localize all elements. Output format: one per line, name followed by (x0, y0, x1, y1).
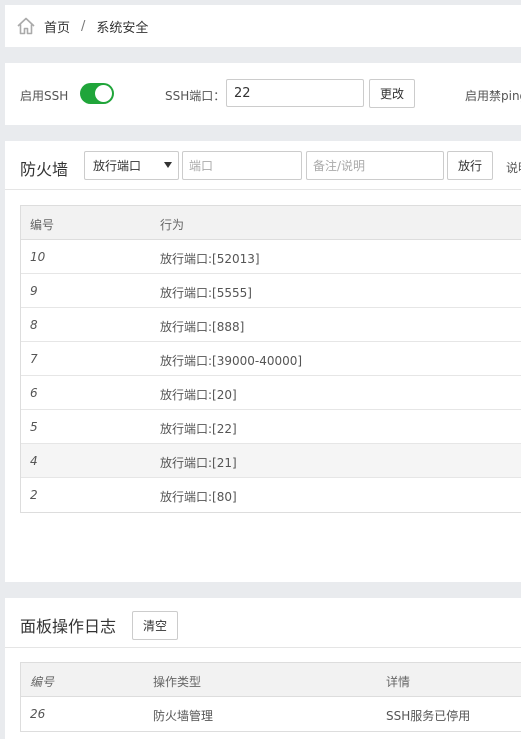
home-icon[interactable] (16, 16, 36, 36)
firewall-table: 编号 行为 10 放行端口:[52013] 9 放行端口:[5555] 8 放行… (20, 205, 521, 513)
row-detail: SSH服务已停用 (386, 709, 471, 723)
breadcrumb-current: 系统安全 (96, 20, 149, 36)
firewall-port-input[interactable] (182, 151, 302, 180)
table-row: 26 防火墙管理 SSH服务已停用 (21, 697, 521, 731)
firewall-note-input[interactable] (306, 151, 444, 180)
row-action: 放行端口:[20] (160, 388, 237, 402)
row-action: 放行端口:[22] (160, 422, 237, 436)
column-header-action: 行为 (160, 218, 185, 232)
table-row: 8 放行端口:[888] (21, 308, 521, 342)
firewall-title: 防火墙 (20, 160, 69, 179)
table-row: 2 放行端口:[80] (21, 478, 521, 512)
ssh-port-label: SSH端口： (165, 89, 226, 103)
ping-toggle-label: 启用禁ping (465, 89, 521, 103)
row-id: 5 (30, 420, 38, 434)
breadcrumb-home[interactable]: 首页 (44, 17, 70, 36)
firewall-explain-link[interactable]: 说明 (506, 159, 521, 176)
breadcrumb: 首页 / 系统安全 (5, 5, 521, 47)
row-action: 放行端口:[888] (160, 320, 245, 334)
breadcrumb-separator: / (81, 18, 86, 34)
row-action: 放行端口:[80] (160, 490, 237, 504)
table-header: 编号 操作类型 详情 (21, 663, 521, 697)
row-id: 26 (30, 707, 46, 721)
table-row: 9 放行端口:[5555] (21, 274, 521, 308)
row-id: 6 (30, 386, 38, 400)
firewall-panel: 防火墙 放行端口 放行 说明 编号 行为 10 放行端口:[52013] 9 放… (5, 141, 521, 582)
row-id: 10 (30, 250, 46, 264)
row-type: 防火墙管理 (153, 709, 214, 723)
table-row: 5 放行端口:[22] (21, 410, 521, 444)
row-id: 7 (30, 352, 38, 366)
row-id: 8 (30, 318, 38, 332)
toggle-knob (95, 85, 112, 102)
table-row: 10 放行端口:[52013] (21, 240, 521, 274)
ssh-port-input[interactable] (226, 79, 364, 107)
row-action: 放行端口:[5555] (160, 286, 252, 300)
ssh-toggle[interactable] (80, 83, 114, 104)
table-row: 7 放行端口:[39000-40000] (21, 342, 521, 376)
firewall-toolbar: 防火墙 放行端口 放行 说明 (5, 141, 521, 190)
clear-log-button[interactable]: 清空 (132, 611, 178, 640)
column-header-type: 操作类型 (153, 675, 202, 689)
row-id: 2 (30, 488, 38, 502)
row-id: 4 (30, 454, 38, 468)
chevron-down-icon (164, 162, 172, 168)
row-action: 放行端口:[39000-40000] (160, 354, 303, 368)
ssh-settings-panel: 启用SSH SSH端口： 更改 启用禁ping (5, 63, 521, 125)
log-title: 面板操作日志 (20, 617, 117, 636)
firewall-mode-select[interactable]: 放行端口 (84, 151, 179, 180)
table-row: 6 放行端口:[20] (21, 376, 521, 410)
column-header-id: 编号 (30, 218, 55, 232)
ssh-enable-label: 启用SSH (20, 89, 69, 103)
log-table: 编号 操作类型 详情 26 防火墙管理 SSH服务已停用 (20, 662, 521, 732)
table-header: 编号 行为 (21, 206, 521, 240)
column-header-detail: 详情 (386, 675, 411, 689)
column-header-id: 编号 (30, 675, 55, 689)
operation-log-panel: 面板操作日志 清空 编号 操作类型 详情 26 防火墙管理 SSH服务已停用 (5, 598, 521, 739)
table-row: 4 放行端口:[21] (21, 444, 521, 478)
firewall-mode-value: 放行端口 (93, 159, 142, 173)
row-action: 放行端口:[52013] (160, 252, 260, 266)
row-action: 放行端口:[21] (160, 456, 237, 470)
change-port-button[interactable]: 更改 (369, 79, 415, 108)
row-id: 9 (30, 284, 38, 298)
allow-port-button[interactable]: 放行 (447, 151, 493, 180)
log-toolbar: 面板操作日志 清空 (5, 598, 521, 648)
